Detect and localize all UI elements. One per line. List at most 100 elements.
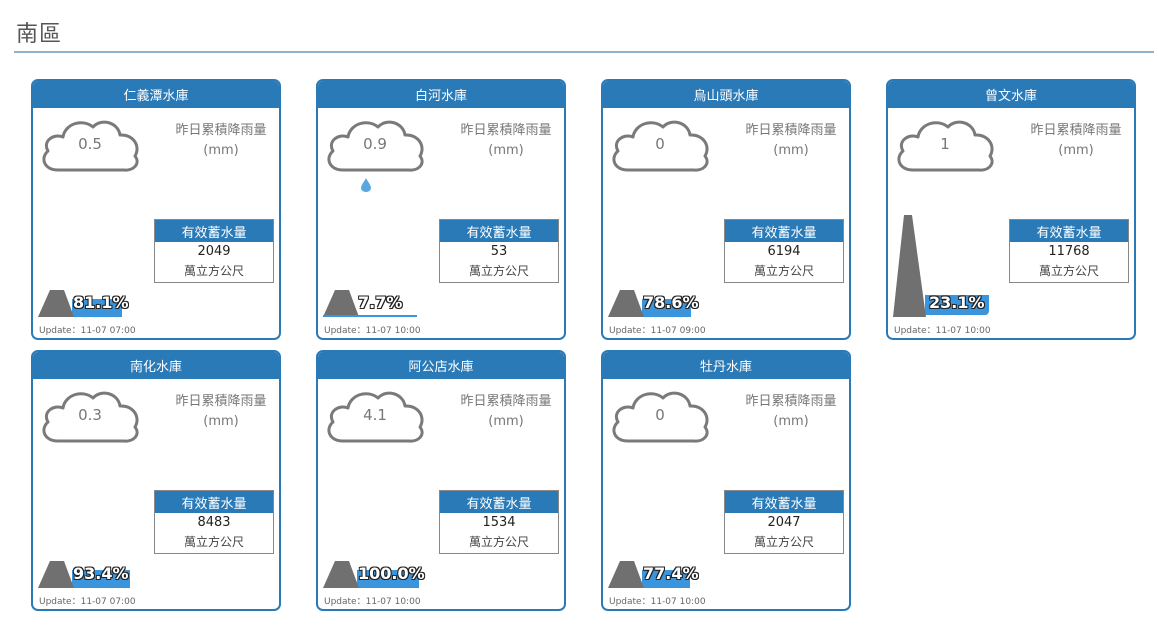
rainfall-value: 0.5 — [78, 135, 102, 153]
rainfall-label-unit: (mm) — [203, 414, 239, 429]
dam-level-indicator: 7.7% — [323, 289, 443, 317]
dam-level-indicator: 23.1% — [893, 215, 1013, 317]
rainfall-label: 昨日累積降雨量 (mm) — [1018, 121, 1134, 161]
reservoir-name: 南化水庫 — [33, 352, 279, 379]
reservoir-name: 阿公店水庫 — [318, 352, 564, 379]
update-time: Update：11-07 10:00 — [609, 597, 706, 607]
rainfall-label-unit: (mm) — [488, 143, 524, 158]
update-time: Update：11-07 10:00 — [324, 597, 421, 607]
dam-level-indicator: 100.0% — [323, 560, 443, 588]
cloud-icon: 0.5 — [38, 114, 142, 176]
reservoir-name: 烏山頭水庫 — [603, 81, 849, 108]
dam-level-indicator: 81.1% — [38, 289, 158, 317]
dam-level-indicator: 93.4% — [38, 560, 158, 588]
rainfall-value: 0.3 — [78, 406, 102, 424]
storage-box: 有效蓄水量 53 萬立方公尺 — [439, 219, 559, 283]
rainfall-label-line1: 昨日累積降雨量 — [175, 394, 267, 409]
rainfall-label: 昨日累積降雨量 (mm) — [163, 121, 279, 161]
rainfall-label-line1: 昨日累積降雨量 — [745, 123, 837, 138]
reservoir-name: 仁義潭水庫 — [33, 81, 279, 108]
storage-value: 11768 — [1048, 244, 1090, 259]
rainfall-label-line1: 昨日累積降雨量 — [175, 123, 267, 138]
storage-unit: 萬立方公尺 — [183, 535, 244, 549]
reservoir-card-6[interactable]: 阿公店水庫 4.1 昨日累積降雨量 (mm) 有效蓄水量 1534 萬立方公尺 … — [316, 350, 566, 611]
reservoir-name: 白河水庫 — [318, 81, 564, 108]
storage-value: 8483 — [197, 515, 231, 530]
dam-icon — [608, 561, 644, 588]
rainfall-label-unit: (mm) — [488, 414, 524, 429]
update-time: Update：11-07 10:00 — [324, 326, 421, 336]
reservoir-card-5[interactable]: 南化水庫 0.3 昨日累積降雨量 (mm) 有效蓄水量 8483 萬立方公尺 9… — [31, 350, 281, 611]
storage-box: 有效蓄水量 6194 萬立方公尺 — [724, 219, 844, 283]
rainfall-label: 昨日累積降雨量 (mm) — [733, 392, 849, 432]
cloud-icon: 0.3 — [38, 385, 142, 447]
rainfall-label: 昨日累積降雨量 (mm) — [448, 392, 564, 432]
storage-value: 53 — [490, 244, 508, 259]
rainfall-label-unit: (mm) — [203, 143, 239, 158]
dam-icon — [38, 290, 74, 317]
rainfall-label: 昨日累積降雨量 (mm) — [733, 121, 849, 161]
storage-value: 2047 — [767, 515, 801, 530]
dam-icon — [38, 561, 74, 588]
fill-percent: 93.4% — [73, 564, 129, 583]
rainfall-label-line1: 昨日累積降雨量 — [745, 394, 837, 409]
rainfall-label-unit: (mm) — [773, 414, 809, 429]
cloud-icon: 4.1 — [323, 385, 427, 447]
storage-title: 有效蓄水量 — [725, 491, 843, 513]
dam-icon — [608, 290, 644, 317]
fill-percent: 23.1% — [929, 293, 985, 312]
storage-unit: 萬立方公尺 — [753, 535, 814, 549]
reservoir-card-1[interactable]: 仁義潭水庫 0.5 昨日累積降雨量 (mm) 有效蓄水量 2049 萬立方公尺 … — [31, 79, 281, 340]
fill-percent: 78.6% — [643, 293, 699, 312]
reservoir-name: 牡丹水庫 — [603, 352, 849, 379]
region-divider — [14, 51, 1154, 53]
fill-percent: 7.7% — [358, 293, 403, 312]
reservoir-card-3[interactable]: 烏山頭水庫 0 昨日累積降雨量 (mm) 有效蓄水量 6194 萬立方公尺 78… — [601, 79, 851, 340]
update-time: Update：11-07 07:00 — [39, 597, 136, 607]
rainfall-label-unit: (mm) — [773, 143, 809, 158]
storage-unit: 萬立方公尺 — [183, 264, 244, 278]
reservoir-name: 曾文水庫 — [888, 81, 1134, 108]
dam-level-indicator: 77.4% — [608, 560, 728, 588]
storage-unit: 萬立方公尺 — [468, 535, 529, 549]
storage-unit: 萬立方公尺 — [1038, 264, 1099, 278]
storage-value: 1534 — [482, 515, 516, 530]
rainfall-value: 0 — [655, 406, 665, 424]
update-time: Update：11-07 07:00 — [39, 326, 136, 336]
storage-box: 有效蓄水量 11768 萬立方公尺 — [1009, 219, 1129, 283]
rainfall-label-line1: 昨日累積降雨量 — [1030, 123, 1122, 138]
update-time: Update：11-07 10:00 — [894, 326, 991, 336]
reservoir-card-2[interactable]: 白河水庫 0.9 昨日累積降雨量 (mm) 有效蓄水量 53 萬立方公尺 7.7… — [316, 79, 566, 340]
storage-box: 有效蓄水量 2047 萬立方公尺 — [724, 490, 844, 554]
storage-title: 有效蓄水量 — [440, 491, 558, 513]
cloud-icon: 0.9 — [323, 114, 427, 176]
cloud-icon: 1 — [893, 114, 997, 176]
storage-title: 有效蓄水量 — [440, 220, 558, 242]
rainfall-label: 昨日累積降雨量 (mm) — [163, 392, 279, 432]
update-time: Update：11-07 09:00 — [609, 326, 706, 336]
reservoir-card-7[interactable]: 牡丹水庫 0 昨日累積降雨量 (mm) 有效蓄水量 2047 萬立方公尺 77.… — [601, 350, 851, 611]
raindrop-icon — [361, 177, 371, 192]
storage-value: 6194 — [767, 244, 801, 259]
fill-percent: 100.0% — [358, 564, 425, 583]
reservoir-card-4[interactable]: 曾文水庫 1 昨日累積降雨量 (mm) 有效蓄水量 11768 萬立方公尺 23… — [886, 79, 1136, 340]
region-title: 南區 — [16, 22, 63, 47]
storage-title: 有效蓄水量 — [725, 220, 843, 242]
rainfall-label: 昨日累積降雨量 (mm) — [448, 121, 564, 161]
rainfall-value: 4.1 — [363, 406, 387, 424]
fill-percent: 77.4% — [643, 564, 699, 583]
dam-icon — [323, 561, 359, 588]
storage-unit: 萬立方公尺 — [753, 264, 814, 278]
rainfall-label-line1: 昨日累積降雨量 — [460, 123, 552, 138]
storage-box: 有效蓄水量 1534 萬立方公尺 — [439, 490, 559, 554]
storage-box: 有效蓄水量 8483 萬立方公尺 — [154, 490, 274, 554]
dam-level-indicator: 78.6% — [608, 289, 728, 317]
dam-icon — [323, 290, 359, 317]
rainfall-value: 1 — [940, 135, 950, 153]
rainfall-label-line1: 昨日累積降雨量 — [460, 394, 552, 409]
storage-value: 2049 — [197, 244, 231, 259]
water-line — [323, 315, 417, 317]
rainfall-value: 0.9 — [363, 135, 387, 153]
cloud-icon: 0 — [608, 385, 712, 447]
rainfall-label-unit: (mm) — [1058, 143, 1094, 158]
